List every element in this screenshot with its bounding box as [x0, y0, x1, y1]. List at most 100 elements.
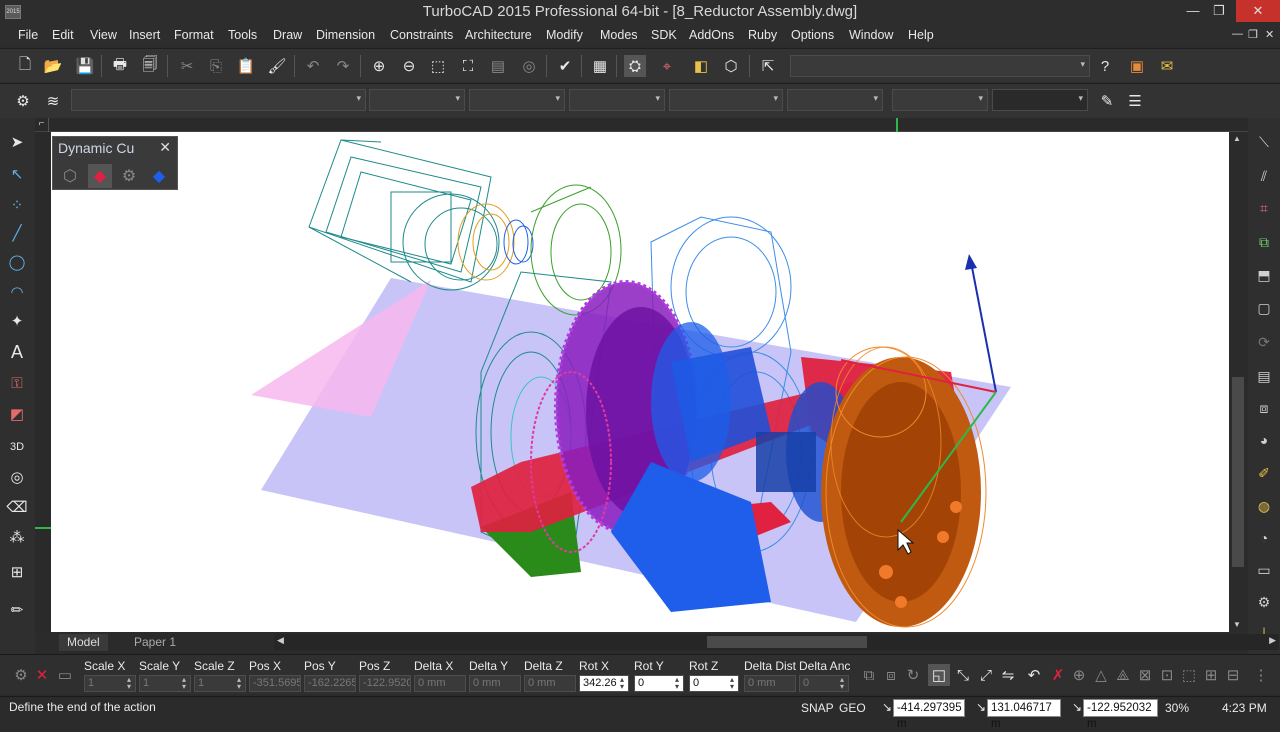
delta-z-field[interactable]: 0 mm [524, 675, 576, 692]
menu-file[interactable]: File [18, 28, 38, 42]
horizontal-scrollbar[interactable]: ◀ ▶ [274, 634, 1279, 650]
scale-z-field[interactable]: 1 ▴ ▾ [194, 675, 246, 692]
mdi-close-button[interactable]: ✕ [1265, 28, 1274, 41]
geo-toggle[interactable]: GEO [839, 701, 866, 715]
material-combo[interactable]: ▾ [892, 89, 988, 111]
finish-action-icon[interactable]: ▭ [54, 664, 76, 686]
menu-edit[interactable]: Edit [52, 28, 74, 42]
node-edit-icon[interactable]: ↖ [5, 162, 29, 186]
menu-insert[interactable]: Insert [129, 28, 160, 42]
design-director-icon[interactable]: ◧ [690, 55, 712, 77]
z-coordinate-field[interactable]: -122.952032 m [1083, 699, 1158, 730]
pivot-icon[interactable]: ⊞ [1200, 664, 1222, 686]
rot-y-field[interactable]: 0 ▴ ▾ [634, 675, 684, 692]
menu-modes[interactable]: Modes [600, 28, 638, 42]
grid-snap-icon[interactable]: ⁂ [5, 525, 29, 549]
zoom-realtime-icon[interactable]: ◎ [518, 55, 540, 77]
layers-icon[interactable]: ⧉ [1252, 230, 1276, 254]
gear-icon[interactable]: ⚙ [12, 90, 34, 112]
mirror-mode-icon[interactable]: ⇋ [997, 664, 1019, 686]
cut-gear-icon[interactable]: ⚙ [117, 164, 141, 188]
select-arrow-icon[interactable]: ➤ [5, 130, 29, 154]
menu-modify[interactable]: Modify [546, 28, 583, 42]
menu-view[interactable]: View [90, 28, 117, 42]
extrude-icon[interactable]: ⬒ [1252, 263, 1276, 287]
vertical-scroll-thumb[interactable] [1232, 377, 1244, 567]
new-file-icon[interactable]: 🗋 [14, 55, 36, 77]
menu-architecture[interactable]: Architecture [465, 28, 532, 42]
zoom-window-icon[interactable]: ⬚ [427, 55, 449, 77]
scale-mode-icon[interactable]: ⤡ [952, 664, 974, 686]
pen-style-combo[interactable]: ▾ [669, 89, 783, 111]
center-icon[interactable]: ⊠ [1134, 664, 1156, 686]
reference-icon[interactable]: ⊟ [1222, 664, 1244, 686]
pos-x-field[interactable]: -351.5695 [249, 675, 301, 692]
snap-mode-icon[interactable]: ⌖ [656, 55, 678, 77]
scale-x-field[interactable]: 1 ▴ ▾ [84, 675, 136, 692]
info-icon[interactable]: ▣ [1126, 55, 1148, 77]
render-icon[interactable]: ✐ [1252, 461, 1276, 485]
workplane-icon[interactable]: ⟁ [1112, 664, 1134, 686]
print-preview-icon[interactable]: 🗐 [139, 55, 161, 77]
menu-format[interactable]: Format [174, 28, 214, 42]
y-coordinate-field[interactable]: 131.046717 m [987, 699, 1061, 730]
box-icon[interactable]: ▢ [1252, 296, 1276, 320]
rot-x-field[interactable]: 342.26 ▴ ▾ [579, 675, 629, 692]
delta-angle-field[interactable]: 0 ▴ ▾ [799, 675, 849, 692]
menu-window[interactable]: Window [849, 28, 893, 42]
hatch-icon[interactable]: ◩ [5, 402, 29, 426]
pen-tool-icon[interactable]: ✏ [5, 598, 29, 622]
sphere-icon[interactable]: ◕ [1252, 428, 1276, 452]
maximize-button[interactable]: ❐ [1204, 0, 1234, 22]
mail-icon[interactable]: ✉ [1156, 55, 1178, 77]
format-painter-icon[interactable]: 🖌 [266, 55, 288, 77]
lineweight-combo[interactable]: ▾ [569, 89, 665, 111]
color-combo[interactable]: ▾ [369, 89, 465, 111]
align-objects-icon[interactable]: ⧉ [858, 664, 880, 686]
rotate-3d-icon[interactable]: ⟳ [1252, 330, 1276, 354]
entity-icon[interactable]: ⊡ [1156, 664, 1178, 686]
horizontal-scroll-thumb[interactable] [707, 636, 867, 648]
rotate-objects-icon[interactable]: ↻ [902, 664, 924, 686]
move-mode-icon[interactable]: ◱ [928, 664, 950, 686]
copy-objects-icon[interactable]: ⧈ [880, 664, 902, 686]
circle-icon[interactable]: ◯ [5, 250, 29, 274]
list-icon[interactable]: ▤ [1252, 364, 1276, 388]
more-options-icon[interactable]: ⋮ [1250, 664, 1272, 686]
menu-constraints[interactable]: Constraints [390, 28, 453, 42]
undo-icon[interactable]: ↶ [302, 55, 324, 77]
lighting-icon[interactable]: ◔ [1252, 526, 1276, 550]
arc-icon[interactable]: ◠ [5, 280, 29, 304]
pos-y-field[interactable]: -162.2265 [304, 675, 356, 692]
layers-stack-icon[interactable]: ☰ [1124, 90, 1146, 112]
eraser-icon[interactable]: ⌫ [5, 495, 29, 519]
undo-step-icon[interactable]: ↶ [1023, 664, 1045, 686]
materials-icon[interactable]: ◍ [1252, 494, 1276, 518]
local-icon[interactable]: △ [1090, 664, 1112, 686]
open-folder-icon[interactable]: 📂 [42, 55, 64, 77]
menu-ruby[interactable]: Ruby [748, 28, 777, 42]
measure-icon[interactable]: ▭ [1252, 558, 1276, 582]
parallel-lines-icon[interactable]: ⫽ [1252, 164, 1276, 188]
cancel-action-icon[interactable]: ✕ [31, 664, 53, 686]
scroll-left-icon[interactable]: ◀ [277, 635, 284, 646]
point-icon[interactable]: ⁘ [5, 193, 29, 217]
drawing-canvas[interactable] [51, 132, 1229, 632]
help-cursor-icon[interactable]: ? [1094, 55, 1116, 77]
menu-sdk[interactable]: SDK [651, 28, 677, 42]
delta-y-field[interactable]: 0 mm [469, 675, 521, 692]
save-icon[interactable]: 💾 [74, 55, 96, 77]
cut-plane-icon[interactable]: ⬡ [58, 164, 82, 188]
scale-y-field[interactable]: 1 ▴ ▾ [139, 675, 191, 692]
rot-z-field[interactable]: 0 ▴ ▾ [689, 675, 739, 692]
menu-help[interactable]: Help [908, 28, 934, 42]
vertical-scrollbar[interactable]: ▲ ▼ [1229, 132, 1247, 632]
point-tool-icon[interactable]: ✦ [5, 309, 29, 333]
target-icon[interactable]: ◎ [5, 465, 29, 489]
lock-dimension-icon[interactable]: ⚿ [5, 371, 29, 395]
text-icon[interactable]: A [5, 340, 29, 364]
cut-plane-active-icon[interactable]: ◆ [88, 164, 112, 188]
tab-paper-1[interactable]: Paper 1 [126, 634, 184, 651]
menu-addons[interactable]: AddOns [689, 28, 734, 42]
tool-options-icon[interactable]: ⚙ [10, 664, 32, 686]
